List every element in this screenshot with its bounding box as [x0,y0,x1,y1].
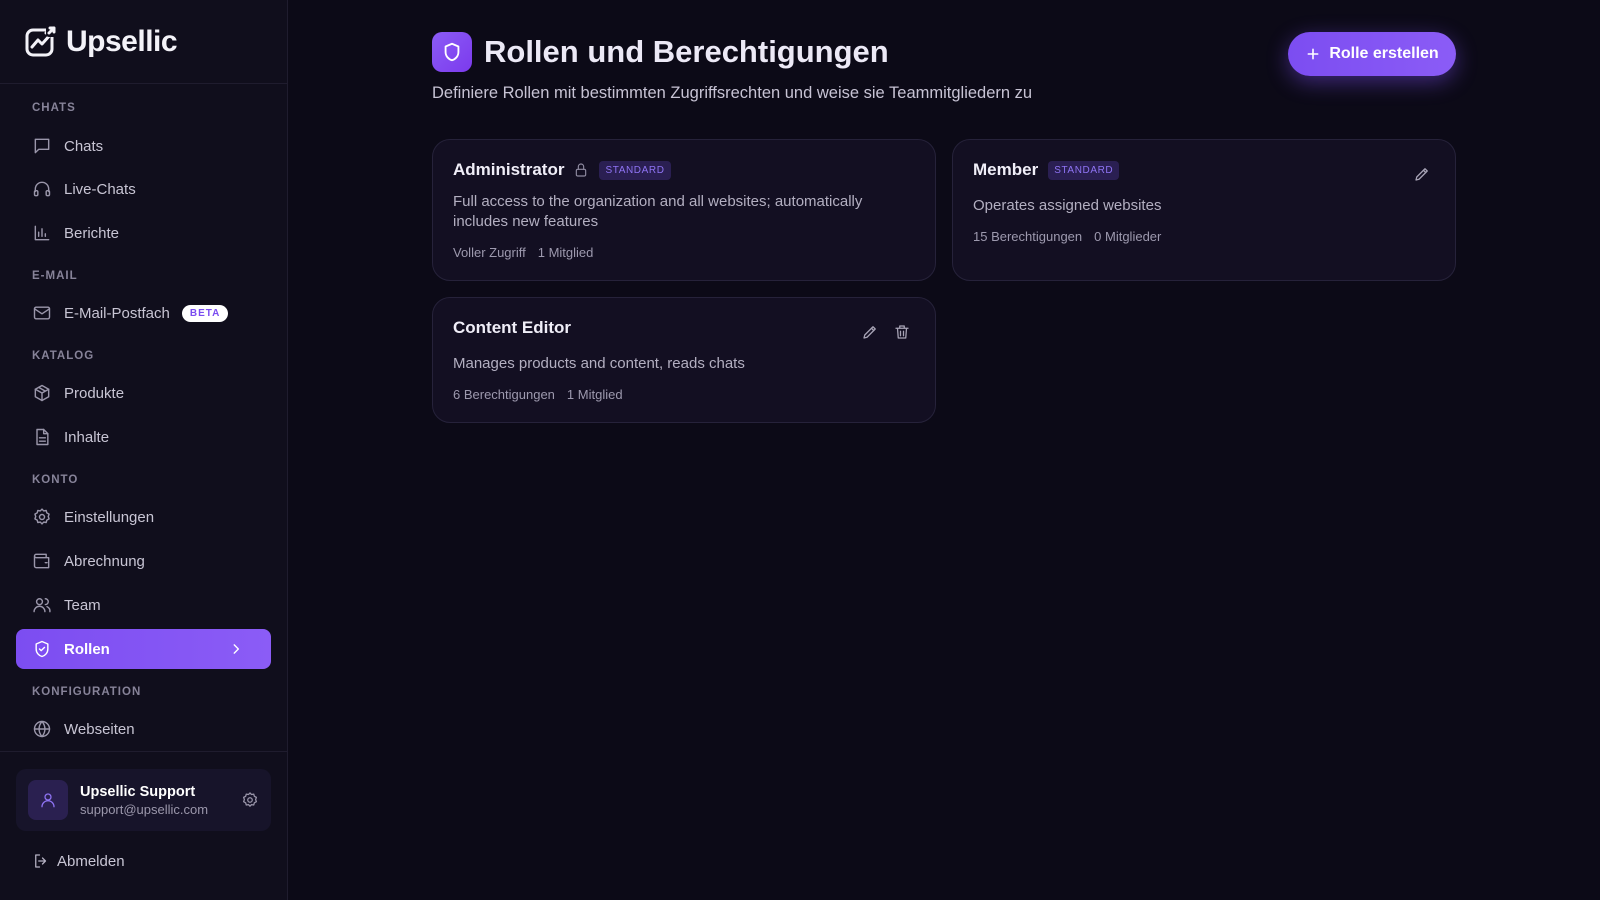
globe-icon [33,720,51,738]
users-icon [33,598,51,613]
shield-icon [444,42,460,62]
sidebar-divider [0,751,288,752]
role-header: Content Editor [453,318,571,338]
sidebar-item-einstellungen[interactable]: Einstellungen [16,497,271,537]
role-meta: 15 Berechtigungen 0 Mitglieder [973,229,1161,244]
trash-icon[interactable] [893,323,911,341]
plus-icon [1307,48,1319,60]
edit-icon[interactable] [1413,165,1431,183]
logo-icon [25,24,58,56]
sidebar-item-team[interactable]: Team [16,585,271,625]
page-title: Rollen und Berechtigungen [484,34,889,69]
sidebar-item-label: Webseiten [64,720,135,738]
page-icon [432,32,472,72]
sidebar-item-abrechnung[interactable]: Abrechnung [16,541,271,581]
sidebar-item-label: Produkte [64,384,125,402]
message-square-icon [34,138,50,154]
sidebar-item-email-postfach[interactable]: E-Mail-Postfach BETA [16,293,271,333]
lock-icon [576,163,587,177]
role-description: Full access to the organization and all … [453,193,863,230]
role-card-administrator[interactable]: Administrator STANDARD Full access to th… [432,139,936,281]
page-subtitle: Definiere Rollen mit bestimmten Zugriffs… [432,84,1033,102]
role-members: 0 Mitglieder [1094,229,1162,244]
gear-icon [34,508,50,525]
sidebar-item-label: Einstellungen [64,508,155,526]
sidebar-item-label: E-Mail-Postfach [64,304,170,322]
standard-badge: STANDARD [599,160,671,180]
section-label-katalog: KATALOG [32,350,95,362]
logout-button[interactable]: Abmelden [32,852,125,870]
sidebar-item-label: Team [64,596,101,614]
avatar [28,780,68,820]
role-meta: Voller Zugriff 1 Mitglied [453,245,593,260]
chevron-right-icon [233,644,240,654]
package-icon [34,384,50,402]
bar-chart-icon [34,225,50,241]
create-role-label: Rolle erstellen [1329,45,1439,62]
role-permissions: Voller Zugriff [453,245,526,260]
gear-icon[interactable] [241,791,259,809]
user-card[interactable]: Upsellic Support support@upsellic.com [16,769,271,831]
section-label-email: E-MAIL [32,270,78,282]
section-label-chats: CHATS [32,102,76,114]
role-permissions: 6 Berechtigungen [453,387,555,402]
role-members: 1 Mitglied [537,245,594,260]
user-email: support@upsellic.com [80,801,209,817]
sidebar-item-label: Inhalte [64,428,110,446]
shield-check-icon [35,640,49,658]
role-header: Member STANDARD [973,160,1120,180]
role-name: Content Editor [453,318,572,337]
role-description: Operates assigned websites [973,197,1162,214]
mail-icon [33,306,51,320]
standard-badge: STANDARD [1048,160,1120,180]
user-icon [41,793,55,808]
sidebar-item-label: Live-Chats [64,180,136,198]
sidebar-item-chats[interactable]: Chats [16,126,271,166]
sidebar-item-live-chats[interactable]: Live-Chats [16,169,271,209]
role-members: 1 Mitglied [566,387,623,402]
file-text-icon [36,428,49,446]
user-meta: Upsellic Support support@upsellic.com [80,784,208,817]
brand[interactable]: Upsellic [0,0,287,84]
log-out-icon [35,854,47,868]
logout-label: Abmelden [57,852,125,870]
sidebar-item-berichte[interactable]: Berichte [16,213,271,253]
user-name: Upsellic Support [80,783,196,800]
sidebar-item-label: Berichte [64,224,120,242]
sidebar: Upsellic CHATS Chats Live-Chats Berichte… [0,0,288,900]
sidebar-item-label: Rollen [64,640,110,658]
role-description: Manages products and content, reads chat… [453,355,745,372]
sidebar-item-inhalte[interactable]: Inhalte [16,417,271,457]
role-card-member[interactable]: Member STANDARD Operates assigned websit… [952,139,1456,281]
wallet-icon [33,553,50,569]
role-name: Member [973,160,1039,179]
role-header: Administrator STANDARD [453,160,671,180]
role-name: Administrator [453,160,565,179]
section-label-konto: KONTO [32,474,79,486]
sidebar-item-produkte[interactable]: Produkte [16,373,271,413]
role-card-content-editor[interactable]: Content Editor Manages products and cont… [432,297,936,423]
section-label-konfiguration: KONFIGURATION [32,686,142,698]
role-meta: 6 Berechtigungen 1 Mitglied [453,387,623,402]
headphones-icon [33,181,51,197]
beta-badge: BETA [181,304,229,322]
create-role-button[interactable]: Rolle erstellen [1288,32,1456,76]
brand-name: Upsellic [66,24,178,58]
sidebar-item-rollen[interactable]: Rollen [16,629,271,669]
sidebar-item-label: Chats [64,137,104,155]
sidebar-item-webseiten[interactable]: Webseiten [16,709,271,749]
edit-icon[interactable] [861,323,879,341]
role-permissions: 15 Berechtigungen [973,229,1083,244]
sidebar-item-label: Abrechnung [64,552,145,570]
